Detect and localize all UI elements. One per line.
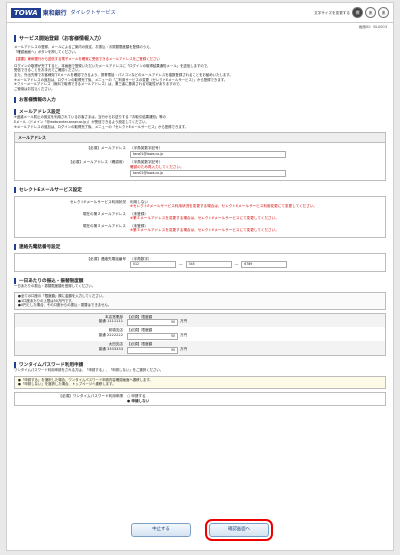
otp-option-no-label: 申請しない [131,398,150,403]
phone-input-2[interactable]: 345 [185,261,232,269]
required-mark: 【必須】 [68,159,83,164]
intro-line: 「確認画面へ」ボタンを押してください。 [14,49,79,54]
select-row-label: セレクトEメールサービス利用状況 [69,199,126,204]
select-row-note: ※第２メールアドレスを変更する場合は、セレクトEメールサービスにて変更してくださ… [130,216,279,221]
limit-desc: 一日あたりの振込・振替限度額を登録してください。 [14,284,96,289]
required-mark: 【必須】 [127,342,142,347]
page-title: サービス開始登録（お客様情報入力） [14,35,386,42]
font-size-medium-button[interactable]: あ [365,7,376,18]
phone-input-3[interactable]: 6789 [241,261,288,269]
phone-section-title: 連絡先電話番号設定 [14,243,386,250]
limit-unit: 万円 [180,347,188,352]
limit-label: 限度額 [141,314,153,319]
otp-option-yes-label: 申請する [131,393,146,398]
email-box-title: メールアドレス [15,133,385,144]
account-type: 普通 [98,347,106,352]
otp-desc: ワンタイムパスワード利用申請をされる方は、「申請する」、「申請しない」をご選択く… [14,368,164,373]
limit-input[interactable]: 50 [127,347,178,355]
limit-label: 限度額 [141,328,153,333]
customer-info-title: お客様情報の入力 [14,97,386,104]
required-mark: 【必須】 [127,314,142,319]
limit-notes: ●全ての口座の「限度額」欄に金額を入力してください。 ●1口座あたりの上限は50… [14,291,386,310]
account-number: 3333333 [106,347,123,352]
select-email-box: セレクトEメールサービス利用状況 利用しない ※セレクトEメールサービス利用状況を… [14,195,386,238]
select-email-section-title: セレクトEメールサービス設定 [14,186,386,193]
account-number: 1111111 [106,319,123,324]
otp-option-no[interactable]: ● 申請しない [127,399,385,404]
account-type: 普通 [98,333,106,338]
email-input[interactable]: taro01@towa.co.jp [130,150,286,158]
font-size-label: 文字サイズを変更する [314,10,350,15]
otp-notes: ●「申請する」を選択した場合、ワンタイムパスワード申請内容確認画面へ遷移します。… [14,375,386,389]
bank-name: 東和銀行 [42,10,67,17]
important-notice: 【重要】東和銀行から送信する電子メールを確実に受信できるメールアドレスをご登録く… [14,57,160,62]
select-row-label: 現在の第３メールアドレス [82,223,126,228]
account-number: 2222222 [106,333,123,338]
select-row-note: ※第３メールアドレスを変更する場合は、セレクトEメールサービスにて変更してくださ… [130,228,279,233]
phone-label: 連絡先電話番号 [100,256,126,261]
screen-id: 画面ID：BL0003 [358,25,387,29]
note-line: ご使用はお控えください。 [14,86,55,91]
limit-note: ●0円とした場合、その口座からの振込・振替はできません。 [18,303,112,308]
limit-box: 本店営業部 普通 1111111 【必須】限度額 50 万円 前橋支店 普通 22222… [14,312,386,357]
limit-unit: 万円 [180,333,188,338]
email-confirm-input[interactable]: taro01@towa.co.jp [130,169,286,177]
phone-box: 【必須】連絡先電話番号 （半角数字） 012 ― 345 ― 6789 [14,252,386,273]
required-mark: 【必須】 [86,146,101,151]
font-size-large-button[interactable]: あ [378,7,389,18]
phone-input-1[interactable]: 012 [130,261,176,269]
limit-unit: 万円 [180,319,188,324]
required-mark: 【必須】 [86,256,101,261]
required-mark: 【必須】 [58,393,73,398]
select-row-label: 現在の第２メールアドレス [82,211,126,216]
email-note: ※メールアドレスの追加は、ログインの取得完了後、メニューの「セレクトEメールサー… [14,124,189,129]
account-type: 普通 [98,319,106,324]
header: TOWA 東和銀行 ダイレクトサービス 文字サイズを変更する 標 あ あ [7,3,393,23]
otp-label: ワンタイムパスワード利用申請 [72,393,123,398]
otp-box: 【必須】ワンタイムパスワード利用申請 ○ 申請する ● 申請しない [14,391,386,406]
email-label: メールアドレス [100,146,126,151]
email-box: メールアドレス 【必須】メールアドレス （半角英数字記号） taro01@tow… [14,132,386,181]
required-mark: 【必須】 [127,328,142,333]
confirm-button[interactable]: 確認画面へ [205,519,273,541]
cancel-button[interactable]: 中止する [131,523,191,537]
towa-logo[interactable]: TOWA [11,7,41,18]
limit-input[interactable]: 50 [127,319,178,327]
font-size-standard-button[interactable]: 標 [352,7,363,18]
page: TOWA 東和銀行 ダイレクトサービス 文字サイズを変更する 標 あ あ 画面I… [6,2,394,551]
select-row-note: ※セレクトEメールサービス利用状況を変更する場合は、セレクトEメールサービス利用… [130,204,318,209]
limit-label: 限度額 [141,342,153,347]
limit-input[interactable]: 50 [127,333,178,341]
service-name: ダイレクトサービス [70,10,116,16]
email-confirm-label: メールアドレス（確認用） [82,159,126,164]
otp-note: ●「申請しない」を選択した場合、トップページへ遷移します。 [18,382,116,387]
